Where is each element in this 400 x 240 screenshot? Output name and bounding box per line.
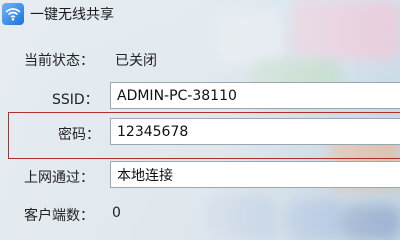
status-label: 当前状态：	[24, 53, 94, 69]
window-title: 一键无线共享	[30, 7, 114, 23]
clients-label: 客户端数：	[24, 208, 94, 224]
app-window: 一键无线共享 当前状态： 已关闭 SSID： ADMIN-PC-38110 密码…	[0, 0, 400, 240]
password-label: 密码：	[58, 127, 100, 143]
status-value: 已关闭	[115, 53, 157, 69]
clients-count: 0	[112, 205, 121, 221]
wifi-share-icon	[2, 3, 24, 25]
title-bar: 一键无线共享	[0, 0, 400, 28]
ssid-label: SSID：	[52, 92, 99, 108]
ssid-input[interactable]: ADMIN-PC-38110	[110, 82, 400, 109]
network-select[interactable]: 本地连接	[110, 161, 400, 188]
network-label: 上网通过：	[24, 170, 94, 186]
password-input[interactable]: 12345678	[110, 118, 400, 145]
